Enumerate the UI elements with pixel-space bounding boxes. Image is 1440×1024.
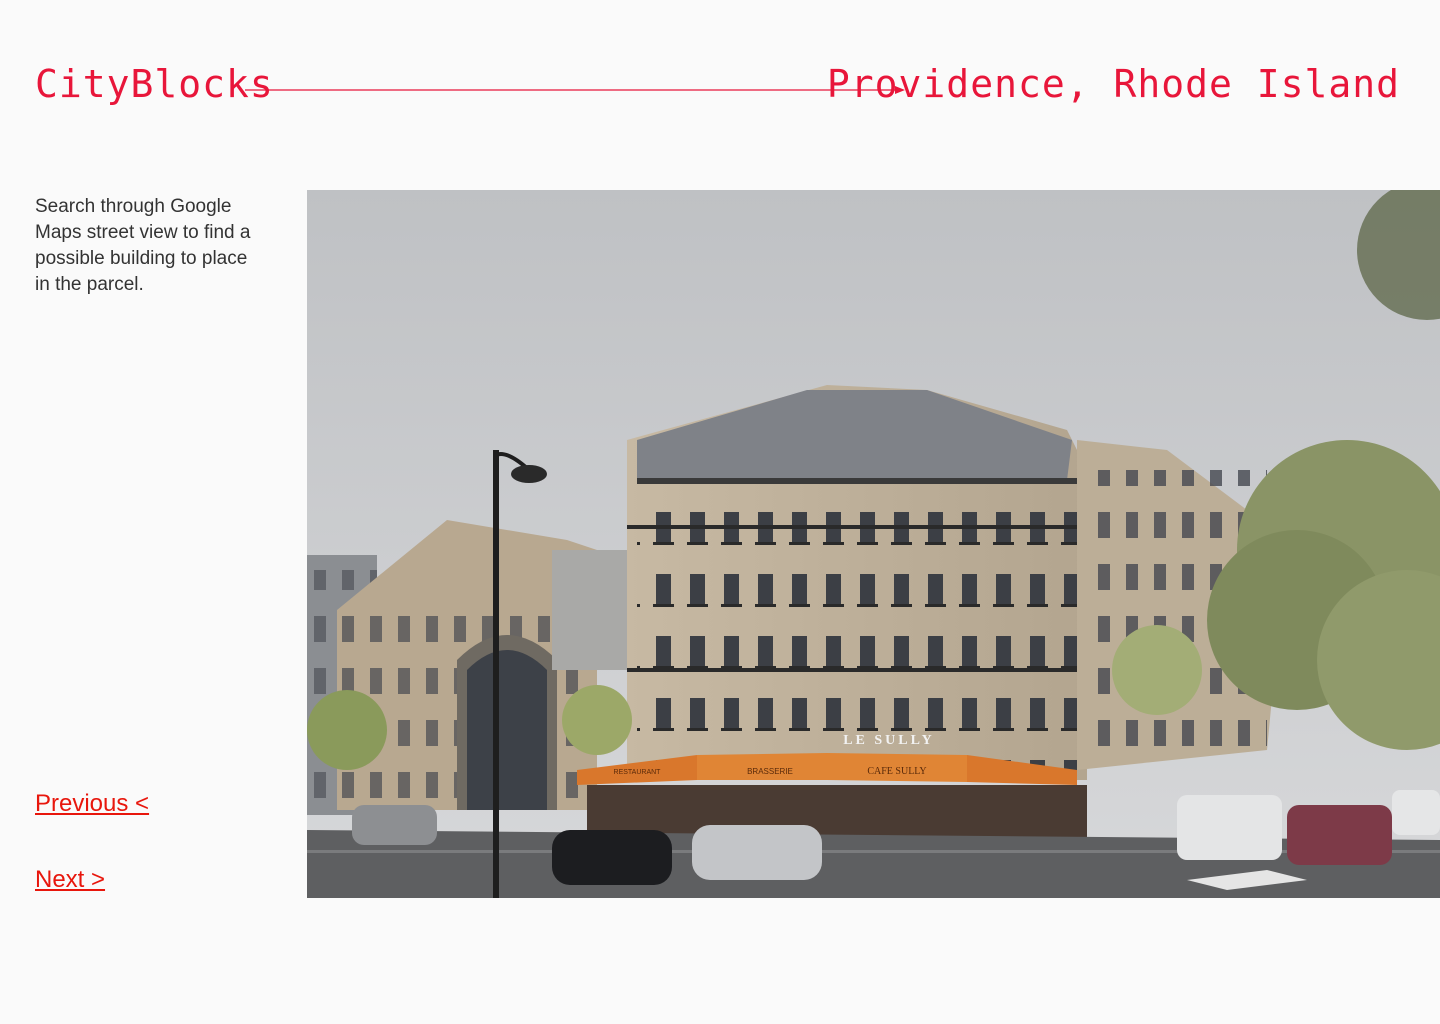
street-view-image[interactable]: BRASSERIE CAFE SULLY RESTAURANT LE SULLY xyxy=(307,190,1440,898)
next-link[interactable]: Next > xyxy=(35,866,105,894)
awning-cafe-text: CAFE SULLY xyxy=(867,766,926,777)
awning-brasserie-text: BRASSERIE xyxy=(747,767,793,776)
sign-le-sully: LE SULLY xyxy=(843,733,935,748)
previous-link[interactable]: Previous < xyxy=(35,790,149,818)
arrow-divider xyxy=(245,86,905,94)
location-title: Providence, Rhode Island xyxy=(826,62,1400,106)
brand-logo[interactable]: CityBlocks xyxy=(35,62,274,106)
instructions-text: Search through Google Maps street view t… xyxy=(35,196,251,295)
awning-restaurant-text: RESTAURANT xyxy=(614,769,662,776)
